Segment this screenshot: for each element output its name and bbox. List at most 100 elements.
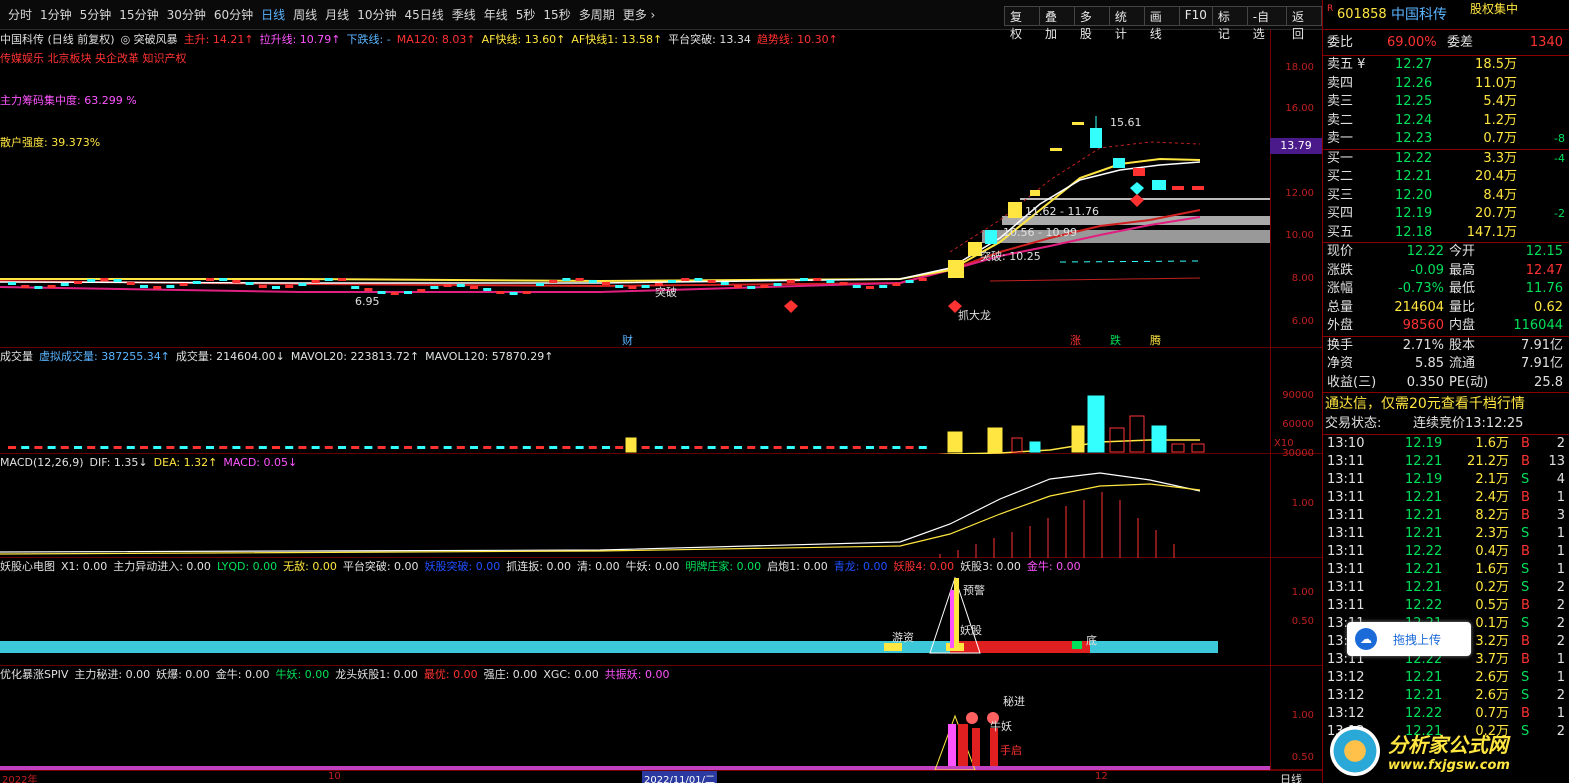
volume-bar [536, 446, 544, 449]
candle [47, 285, 56, 288]
toolbar-button[interactable]: 复权 [1004, 6, 1040, 41]
price-canvas[interactable] [0, 30, 1270, 348]
macd-canvas[interactable] [0, 454, 1270, 558]
spiv-canvas[interactable] [0, 666, 1270, 770]
volume-bar [338, 446, 346, 449]
period-tab[interactable]: 5分钟 [76, 6, 116, 23]
die-marker: 跌 [1110, 334, 1121, 347]
book-price: 12.25 [1395, 94, 1433, 109]
toolbar-button[interactable]: 统计 [1108, 6, 1145, 41]
tick-side: B [1521, 508, 1530, 523]
tick-time: 13:11 [1327, 490, 1365, 505]
book-label: 卖三 [1327, 94, 1354, 109]
tick-price: 12.21 [1405, 508, 1443, 523]
candle [948, 260, 964, 278]
stat-label: 最高 [1449, 262, 1476, 278]
period-tab[interactable]: 日线 [257, 6, 289, 23]
period-tab[interactable]: 15分钟 [115, 6, 162, 23]
volume-bar [625, 437, 637, 453]
period-tab[interactable]: 周线 [289, 6, 321, 23]
volume-bar [707, 446, 716, 449]
book-volume: 3.3万 [1483, 150, 1517, 166]
candle [641, 285, 650, 288]
book-row: 卖二 12.24 1.2万 [1323, 112, 1569, 131]
period-tab[interactable]: 15秒 [539, 6, 574, 23]
tick-list[interactable]: 13:10 12.19 1.6万 B 2 13:11 12.21 21.2万 B 13 13:11 1… [1323, 434, 1569, 741]
volume-bar [681, 446, 690, 449]
chart-area[interactable]: 中国科传 (日线 前复权) ◎ 突破风暴 主升: 14.21↑ 拉升线: 10.79↑… [0, 30, 1322, 783]
toolbar-button[interactable]: 多股 [1073, 6, 1110, 41]
watermark-title: 分析家公式网 [1388, 733, 1508, 757]
volume-bar [364, 446, 373, 449]
candle [34, 286, 43, 289]
toolbar-button[interactable]: F10 [1178, 6, 1213, 26]
candle [351, 286, 360, 289]
spiv-pane[interactable]: 优化暴涨SPIV 主力秘进: 0.00 妖爆: 0.00 金牛: 0.00 牛妖: 0.… [0, 666, 1322, 770]
y-tick: 10.00 [1285, 230, 1314, 241]
period-tab[interactable]: 分时 [4, 6, 36, 23]
weibi-row: 委比 69.00% 委差 1340 [1323, 30, 1569, 56]
quote-header: R 601858 中国科传 股权集中 [1323, 0, 1569, 30]
price-pane[interactable]: 中国科传 (日线 前复权) ◎ 突破风暴 主升: 14.21↑ 拉升线: 10.79↑… [0, 30, 1322, 348]
stock-tag: 股权集中 [1470, 2, 1519, 16]
volume-pane[interactable]: 成交量 虚拟成交量: 387255.34↑ 成交量: 214604.00↓ MAVOL… [0, 348, 1322, 459]
ma120-line [989, 277, 1201, 282]
stat-value: 12.15 [1525, 244, 1563, 259]
period-tab[interactable]: 季线 [448, 6, 480, 23]
volume-bar [1071, 425, 1085, 453]
ad-banner[interactable]: 通达信，仅需20元查看千档行情 [1323, 392, 1569, 414]
yaogu-spike [954, 578, 959, 648]
macd-pane[interactable]: MACD(12,26,9) DIF: 1.35↓ DEA: 1.32↑ MACD: 0… [0, 454, 1322, 558]
drag-upload-button[interactable]: ☁ 拖拽上传 [1347, 622, 1471, 656]
stat2-row: 收益(三) 0.350 PE(动) 25.8 [1323, 374, 1569, 393]
period-tab[interactable]: 10分钟 [353, 6, 400, 23]
period-tab[interactable]: 45日线 [400, 6, 447, 23]
candle [430, 286, 439, 289]
book-volume: 0.7万 [1483, 131, 1517, 146]
period-tab[interactable]: 年线 [480, 6, 512, 23]
volume-bar [390, 446, 399, 449]
toolbar-button[interactable]: 返回 [1286, 6, 1322, 41]
candle [21, 285, 30, 288]
toolbar-button[interactable]: 叠加 [1038, 6, 1075, 41]
tick-volume: 0.1万 [1475, 616, 1509, 631]
tick-volume: 0.5万 [1475, 598, 1509, 613]
candle [852, 285, 861, 288]
volume-unit: X10 [1274, 438, 1294, 449]
tick-row: 13:11 12.22 0.5万 B 2 [1323, 597, 1569, 615]
stat-row: 涨幅 -0.73% 最低 11.76 [1323, 280, 1569, 299]
volume-bar [113, 446, 122, 449]
period-tab[interactable]: 多周期 [575, 6, 619, 23]
toolbar-button[interactable]: 标记 [1211, 6, 1248, 41]
period-tab[interactable]: 30分钟 [163, 6, 210, 23]
volume-bar [852, 446, 861, 449]
candle [113, 279, 122, 282]
period-tab[interactable]: 月线 [321, 6, 353, 23]
stat-value: 116044 [1513, 318, 1563, 333]
toolbar-button[interactable]: 画线 [1143, 6, 1180, 41]
period-tab[interactable]: 更多 › [619, 6, 660, 23]
diamond-marker [1130, 194, 1144, 207]
cyan-dash [1059, 260, 1201, 263]
yaogu-pane[interactable]: 妖股心电图 X1: 0.00 主力异动进入: 0.00 LYQD: 0.00 无敌: 0… [0, 558, 1322, 666]
volume-bar [60, 446, 69, 449]
candle [694, 278, 703, 281]
volume-canvas[interactable] [0, 348, 1270, 454]
tick-row: 13:11 12.21 21.2万 B 13 [1323, 453, 1569, 471]
period-tab[interactable]: 1分钟 [36, 6, 76, 23]
volume-bar [153, 446, 162, 449]
book-label: 买一 [1327, 150, 1354, 166]
stat-value: 98560 [1402, 318, 1444, 333]
period-tab[interactable]: 5秒 [512, 6, 540, 23]
tick-row: 13:12 12.21 2.6万 S 2 [1323, 687, 1569, 705]
candle [773, 283, 782, 286]
period-indicator[interactable]: 日线 [1280, 771, 1302, 783]
volume-bar [522, 446, 531, 449]
period-tab[interactable]: 60分钟 [210, 6, 257, 23]
dea-line [0, 483, 1201, 555]
volume-bar [588, 446, 597, 449]
stat-label: 内盘 [1449, 318, 1476, 333]
yaogu-canvas[interactable] [0, 558, 1270, 666]
candle [562, 278, 571, 281]
toolbar-button[interactable]: -自选 [1246, 6, 1288, 41]
